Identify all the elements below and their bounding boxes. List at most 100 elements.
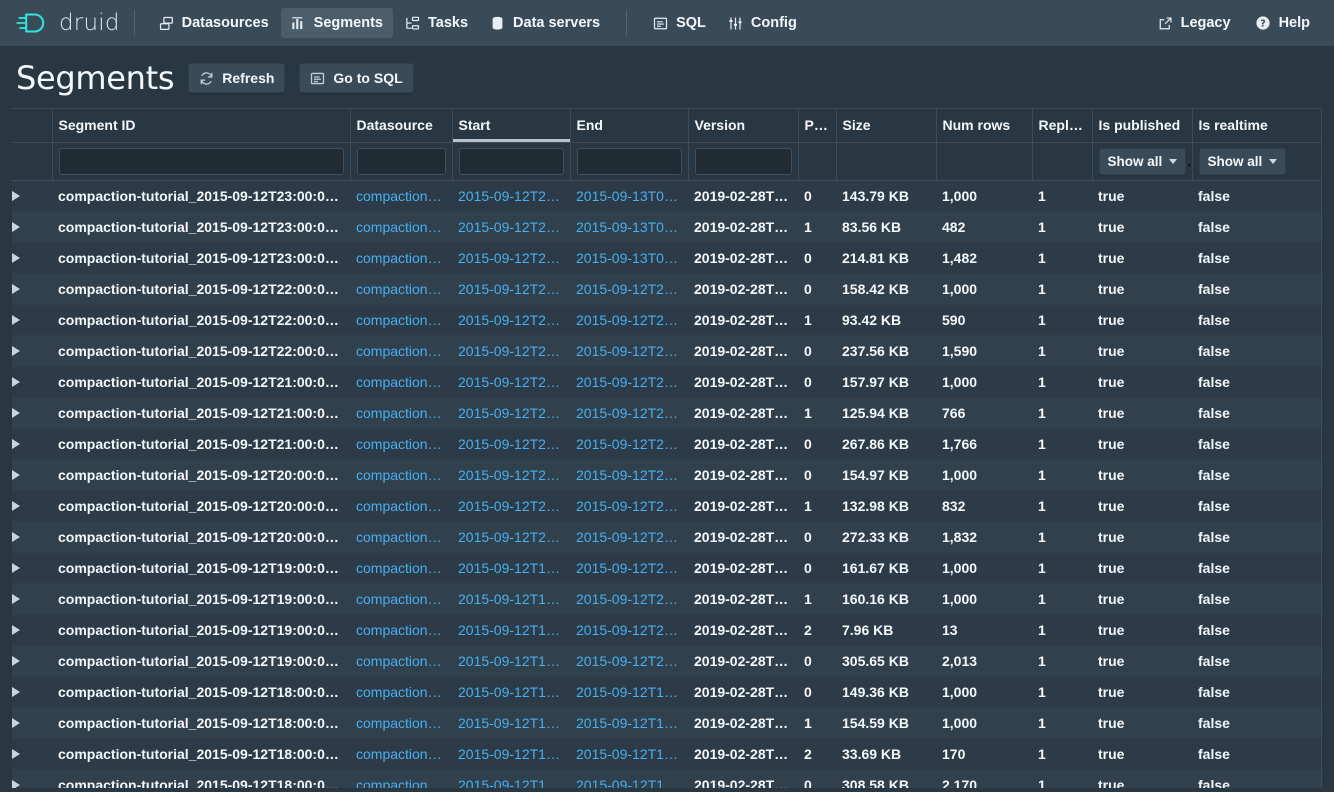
cell-end[interactable]: 2015-09-12T22… bbox=[570, 398, 688, 429]
chevron-right-icon[interactable] bbox=[12, 780, 20, 788]
brand-logo[interactable]: druid bbox=[16, 10, 120, 36]
cell-start[interactable]: 2015-09-12T21:… bbox=[452, 367, 570, 398]
cell-end[interactable]: 2015-09-12T21:… bbox=[570, 491, 688, 522]
chevron-right-icon[interactable] bbox=[12, 253, 20, 263]
table-row[interactable]: compaction-tutorial_2015-09-12T22:00:00.… bbox=[12, 305, 1322, 336]
nav-item-sql[interactable]: SQL bbox=[643, 8, 716, 38]
table-row[interactable]: compaction-tutorial_2015-09-12T19:00:00.… bbox=[12, 646, 1322, 677]
cell-end[interactable]: 2015-09-12T19:… bbox=[570, 739, 688, 770]
cell-end[interactable]: 2015-09-12T22… bbox=[570, 429, 688, 460]
cell-end[interactable]: 2015-09-12T22… bbox=[570, 367, 688, 398]
row-expander-cell[interactable] bbox=[12, 708, 52, 739]
table-row[interactable]: compaction-tutorial_2015-09-12T23:00:00.… bbox=[12, 212, 1322, 243]
cell-datasource[interactable]: compaction-… bbox=[350, 584, 452, 615]
cell-end[interactable]: 2015-09-12T19:… bbox=[570, 708, 688, 739]
cell-start[interactable]: 2015-09-12T18:… bbox=[452, 739, 570, 770]
filter-input-version[interactable] bbox=[695, 148, 792, 175]
cell-datasource[interactable]: compaction-… bbox=[350, 181, 452, 212]
cell-datasource[interactable]: compaction-… bbox=[350, 491, 452, 522]
cell-start[interactable]: 2015-09-12T21:… bbox=[452, 429, 570, 460]
cell-datasource[interactable]: compaction-… bbox=[350, 646, 452, 677]
cell-datasource[interactable]: compaction-… bbox=[350, 460, 452, 491]
cell-end[interactable]: 2015-09-12T23… bbox=[570, 274, 688, 305]
cell-end[interactable]: 2015-09-12T20… bbox=[570, 553, 688, 584]
cell-start[interactable]: 2015-09-12T19:… bbox=[452, 615, 570, 646]
cell-start[interactable]: 2015-09-12T20… bbox=[452, 460, 570, 491]
cell-start[interactable]: 2015-09-12T23… bbox=[452, 212, 570, 243]
row-expander-cell[interactable] bbox=[12, 243, 52, 274]
row-expander-cell[interactable] bbox=[12, 367, 52, 398]
chevron-right-icon[interactable] bbox=[12, 749, 20, 759]
row-expander-cell[interactable] bbox=[12, 646, 52, 677]
row-expander-cell[interactable] bbox=[12, 398, 52, 429]
header-num-rows[interactable]: Num rows bbox=[936, 109, 1032, 143]
filter-input-segment-id[interactable] bbox=[59, 148, 344, 175]
filter-input-datasource[interactable] bbox=[357, 148, 446, 175]
chevron-right-icon[interactable] bbox=[12, 284, 20, 294]
cell-datasource[interactable]: compaction-… bbox=[350, 305, 452, 336]
table-row[interactable]: compaction-tutorial_2015-09-12T23:00:00.… bbox=[12, 181, 1322, 212]
row-expander-cell[interactable] bbox=[12, 460, 52, 491]
table-row[interactable]: compaction-tutorial_2015-09-12T20:00:00.… bbox=[12, 460, 1322, 491]
header-start[interactable]: Start bbox=[452, 109, 570, 143]
cell-datasource[interactable]: compaction-… bbox=[350, 708, 452, 739]
chevron-right-icon[interactable] bbox=[12, 501, 20, 511]
cell-datasource[interactable]: compaction-… bbox=[350, 522, 452, 553]
cell-end[interactable]: 2015-09-12T19:… bbox=[570, 677, 688, 708]
cell-datasource[interactable]: compaction-… bbox=[350, 274, 452, 305]
filter-select-is-published[interactable]: Show all bbox=[1099, 148, 1187, 175]
cell-datasource[interactable]: compaction-… bbox=[350, 615, 452, 646]
filter-input-end[interactable] bbox=[577, 148, 682, 175]
cell-datasource[interactable]: compaction-… bbox=[350, 770, 452, 789]
cell-end[interactable]: 2015-09-12T21:… bbox=[570, 460, 688, 491]
nav-item-help[interactable]: ? Help bbox=[1245, 8, 1320, 38]
nav-item-data-servers[interactable]: Data servers bbox=[480, 8, 610, 38]
row-expander-cell[interactable] bbox=[12, 522, 52, 553]
cell-datasource[interactable]: compaction-… bbox=[350, 739, 452, 770]
row-expander-cell[interactable] bbox=[12, 491, 52, 522]
row-expander-cell[interactable] bbox=[12, 274, 52, 305]
table-row[interactable]: compaction-tutorial_2015-09-12T21:00:00.… bbox=[12, 367, 1322, 398]
cell-start[interactable]: 2015-09-12T22… bbox=[452, 305, 570, 336]
cell-end[interactable]: 2015-09-12T20… bbox=[570, 584, 688, 615]
chevron-right-icon[interactable] bbox=[12, 718, 20, 728]
cell-datasource[interactable]: compaction-… bbox=[350, 429, 452, 460]
table-row[interactable]: compaction-tutorial_2015-09-12T21:00:00.… bbox=[12, 429, 1322, 460]
nav-item-tasks[interactable]: Tasks bbox=[395, 8, 478, 38]
cell-start[interactable]: 2015-09-12T18:… bbox=[452, 770, 570, 789]
cell-datasource[interactable]: compaction-… bbox=[350, 398, 452, 429]
cell-datasource[interactable]: compaction-… bbox=[350, 367, 452, 398]
filter-select-is-realtime[interactable]: Show all bbox=[1199, 148, 1287, 175]
row-expander-cell[interactable] bbox=[12, 770, 52, 789]
row-expander-cell[interactable] bbox=[12, 429, 52, 460]
cell-start[interactable]: 2015-09-12T18:… bbox=[452, 708, 570, 739]
table-row[interactable]: compaction-tutorial_2015-09-12T18:00:00.… bbox=[12, 770, 1322, 789]
header-end[interactable]: End bbox=[570, 109, 688, 143]
header-size[interactable]: Size bbox=[836, 109, 936, 143]
cell-start[interactable]: 2015-09-12T19:… bbox=[452, 584, 570, 615]
header-datasource[interactable]: Datasource bbox=[350, 109, 452, 143]
cell-datasource[interactable]: compaction-… bbox=[350, 243, 452, 274]
table-row[interactable]: compaction-tutorial_2015-09-12T20:00:00.… bbox=[12, 522, 1322, 553]
table-row[interactable]: compaction-tutorial_2015-09-12T20:00:00.… bbox=[12, 491, 1322, 522]
cell-start[interactable]: 2015-09-12T21:… bbox=[452, 398, 570, 429]
chevron-right-icon[interactable] bbox=[12, 439, 20, 449]
cell-start[interactable]: 2015-09-12T23… bbox=[452, 243, 570, 274]
chevron-right-icon[interactable] bbox=[12, 191, 20, 201]
cell-end[interactable]: 2015-09-13T00… bbox=[570, 243, 688, 274]
cell-start[interactable]: 2015-09-12T23… bbox=[452, 181, 570, 212]
cell-end[interactable]: 2015-09-12T20… bbox=[570, 615, 688, 646]
row-expander-cell[interactable] bbox=[12, 181, 52, 212]
chevron-right-icon[interactable] bbox=[12, 377, 20, 387]
row-expander-cell[interactable] bbox=[12, 305, 52, 336]
cell-start[interactable]: 2015-09-12T19:… bbox=[452, 646, 570, 677]
cell-end[interactable]: 2015-09-12T23… bbox=[570, 305, 688, 336]
chevron-right-icon[interactable] bbox=[12, 687, 20, 697]
cell-start[interactable]: 2015-09-12T20… bbox=[452, 522, 570, 553]
cell-start[interactable]: 2015-09-12T18:… bbox=[452, 677, 570, 708]
table-row[interactable]: compaction-tutorial_2015-09-12T22:00:00.… bbox=[12, 274, 1322, 305]
header-is-published[interactable]: Is published bbox=[1092, 109, 1192, 143]
chevron-right-icon[interactable] bbox=[12, 408, 20, 418]
chevron-right-icon[interactable] bbox=[12, 594, 20, 604]
table-row[interactable]: compaction-tutorial_2015-09-12T18:00:00.… bbox=[12, 677, 1322, 708]
